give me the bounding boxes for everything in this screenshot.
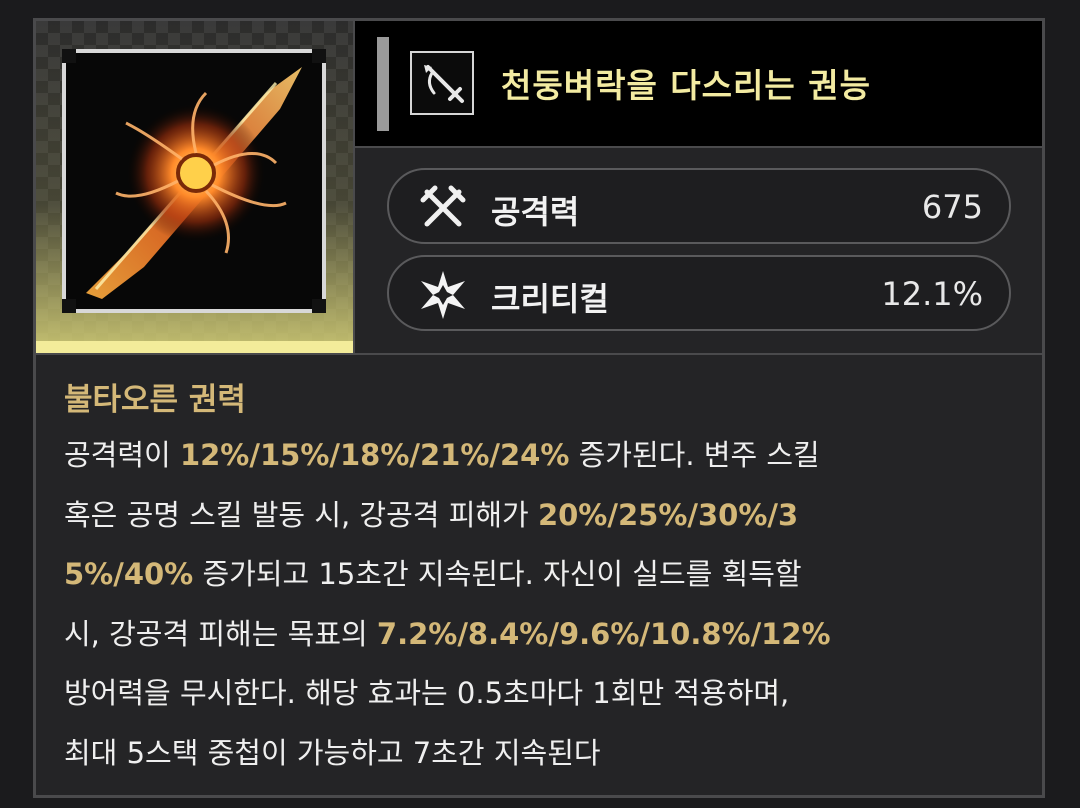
weapon-tooltip-card: 천둥벼락을 다스리는 권능 공격력 675 크리티컬 12.1% 불타오른 권력… xyxy=(33,18,1045,798)
header-accent-bar xyxy=(377,37,389,131)
stat-row-attack: 공격력 675 xyxy=(387,168,1011,244)
effect-line: 혹은 공명 스킬 발동 시, 강공격 피해가 20%/25%/30%/3 xyxy=(64,486,1024,546)
critical-star-icon xyxy=(421,271,465,319)
item-header: 천둥벼락을 다스리는 권능 xyxy=(353,21,1042,146)
item-name: 천둥벼락을 다스리는 권능 xyxy=(501,66,871,105)
effect-text: 최대 5스택 중첩이 가능하고 7초간 지속된다 xyxy=(64,735,601,770)
weapon-thumbnail xyxy=(36,21,353,353)
weapon-image-frame xyxy=(62,49,326,313)
effect-text: 증가되고 15초간 지속된다. 자신이 실드를 획득할 xyxy=(193,557,802,591)
effect-line: 공격력이 12%/15%/18%/21%/24% 증가된다. 변주 스킬 xyxy=(64,426,1024,486)
effect-line: 시, 강공격 피해는 목표의 7.2%/8.4%/9.6%/10.8%/12% xyxy=(64,605,1024,665)
effect-title: 불타오른 권력 xyxy=(64,382,246,418)
sword-icon xyxy=(410,51,474,115)
effect-line: 최대 5스택 중첩이 가능하고 7초간 지속된다 xyxy=(64,724,1024,784)
stats-panel: 공격력 675 크리티컬 12.1% xyxy=(353,146,1042,353)
effect-text: 방어력을 무시한다. 해당 효과는 0.5초마다 1회만 적용하며, xyxy=(64,676,790,710)
effect-value: 5%/40% xyxy=(64,557,194,591)
effect-value: 12%/15%/18%/21%/24% xyxy=(179,438,570,472)
stat-label: 공격력 xyxy=(491,193,580,231)
section-divider xyxy=(36,353,1042,355)
stat-label: 크리티컬 xyxy=(491,280,609,318)
effect-value: 20%/25%/30%/3 xyxy=(537,497,799,532)
effect-line: 방어력을 무시한다. 해당 효과는 0.5초마다 1회만 적용하며, xyxy=(64,664,1024,724)
effect-text: 시, 강공격 피해는 목표의 xyxy=(64,616,377,651)
flaming-sword-image xyxy=(86,67,302,299)
effect-text: 혹은 공명 스킬 발동 시, 강공격 피해가 xyxy=(64,497,538,532)
stat-value: 675 xyxy=(921,188,983,226)
effect-text: 증가된다. 변주 스킬 xyxy=(569,438,820,472)
effect-description: 불타오른 권력 공격력이 12%/15%/18%/21%/24% 증가된다. 변… xyxy=(64,374,1024,783)
stat-row-critical: 크리티컬 12.1% xyxy=(387,255,1011,331)
effect-text: 공격력이 xyxy=(64,438,180,472)
attack-icon xyxy=(420,185,466,227)
rarity-bar xyxy=(36,341,353,353)
stat-value: 12.1% xyxy=(881,275,983,313)
effect-value: 7.2%/8.4%/9.6%/10.8%/12% xyxy=(376,616,831,651)
effect-line: 5%/40% 증가되고 15초간 지속된다. 자신이 실드를 획득할 xyxy=(64,545,1024,605)
